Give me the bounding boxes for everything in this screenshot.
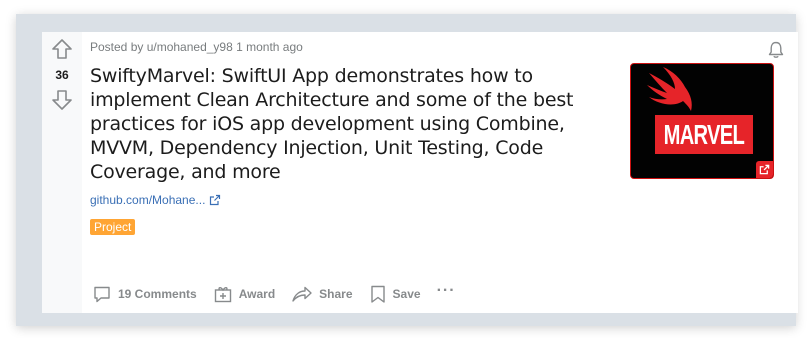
post-frame: 36 Posted by u/mohaned_y98 1 month ago S… [16, 14, 798, 326]
marvel-logo-text: MARVEL [663, 118, 745, 150]
post-thumbnail[interactable]: MARVEL [630, 63, 774, 179]
comments-button[interactable]: 19 Comments [88, 282, 201, 306]
post-meta: Posted by u/mohaned_y98 1 month ago [90, 40, 303, 54]
share-label: Share [319, 287, 353, 301]
post-card[interactable]: 36 Posted by u/mohaned_y98 1 month ago S… [42, 32, 798, 313]
post-actions: 19 Comments Award Share Save ··· [88, 282, 468, 306]
comment-icon [94, 286, 110, 303]
external-link-icon [759, 164, 770, 175]
share-icon [292, 286, 312, 302]
thumbnail-external-badge [756, 161, 773, 178]
external-link-label: github.com/Mohane... [90, 193, 206, 207]
post-flair[interactable]: Project [90, 219, 136, 235]
downvote-icon[interactable] [51, 89, 73, 111]
save-label: Save [392, 287, 421, 301]
award-button[interactable]: Award [209, 282, 279, 306]
award-label: Award [238, 287, 276, 301]
vote-column: 36 [42, 32, 82, 313]
marvel-logo: MARVEL [655, 115, 753, 154]
post-title[interactable]: SwiftyMarvel: SwiftUI App demonstrates h… [90, 64, 580, 184]
comments-label: 19 Comments [118, 287, 197, 301]
share-button[interactable]: Share [287, 282, 356, 306]
vote-score: 36 [55, 68, 69, 82]
bell-icon[interactable] [766, 40, 786, 60]
external-link[interactable]: github.com/Mohane... [90, 193, 221, 207]
more-icon[interactable]: ··· [433, 279, 460, 303]
save-button[interactable]: Save [365, 282, 425, 306]
swift-logo-icon [647, 67, 692, 111]
award-icon [214, 287, 231, 303]
external-link-icon [210, 194, 221, 206]
upvote-icon[interactable] [51, 38, 73, 60]
bookmark-icon [370, 285, 385, 303]
